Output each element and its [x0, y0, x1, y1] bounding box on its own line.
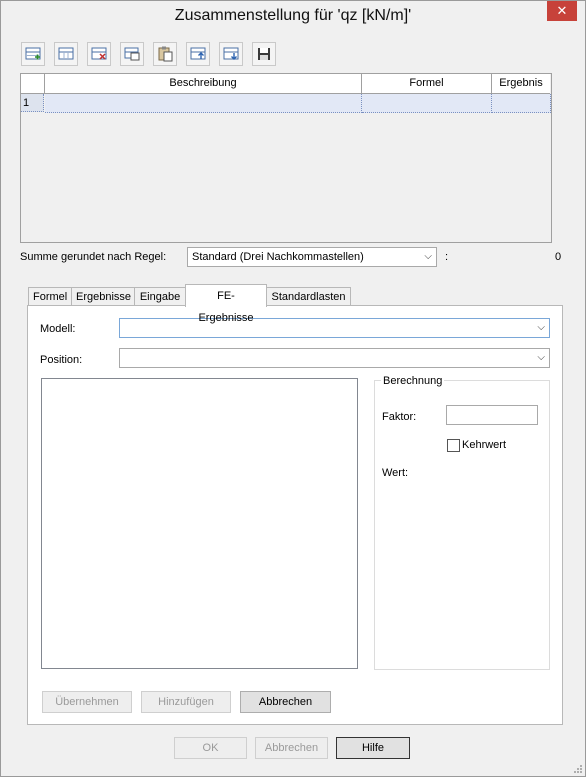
rounding-rule-select[interactable]: Standard (Drei Nachkommastellen) ⌵	[187, 247, 437, 267]
rounding-rule-value: Standard (Drei Nachkommastellen)	[192, 251, 364, 263]
faktor-input[interactable]	[446, 405, 538, 425]
berechnung-group: Berechnung Faktor: Kehrwert Wert:	[374, 375, 550, 670]
chevron-down-icon: ⌵	[537, 322, 545, 333]
paste-icon[interactable]	[153, 42, 177, 66]
move-up-icon[interactable]	[186, 42, 210, 66]
panel-abbrechen-button[interactable]: Abbrechen	[240, 691, 331, 713]
tab-eingabe[interactable]: Eingabe	[134, 287, 186, 306]
faktor-label: Faktor:	[382, 411, 417, 423]
kehrwert-label: Kehrwert	[462, 439, 507, 451]
fe-ergebnisse-panel: Modell: ⌵ Position: ⌵ Berechnung Faktor:…	[27, 305, 563, 725]
grid-corner	[21, 74, 45, 94]
column-header-formel[interactable]: Formel	[362, 74, 492, 94]
column-header-ergebnis[interactable]: Ergebnis	[492, 74, 550, 94]
dialog-window: Zusammenstellung für 'qz [kN/m]' ✕ Besch…	[0, 0, 586, 777]
cell-formel[interactable]	[362, 94, 492, 113]
cell-beschreibung[interactable]	[45, 94, 362, 113]
chevron-down-icon: ⌵	[424, 251, 432, 262]
column-header-beschreibung[interactable]: Beschreibung	[45, 74, 362, 94]
sum-colon: :	[445, 251, 449, 263]
dialog-abbrechen-button[interactable]: Abbrechen	[255, 737, 328, 759]
hilfe-button[interactable]: Hilfe	[336, 737, 410, 759]
window-title: Zusammenstellung für 'qz [kN/m]'	[174, 7, 412, 24]
modell-select[interactable]: ⌵	[119, 318, 550, 338]
title-bar: Zusammenstellung für 'qz [kN/m]' ✕	[1, 1, 585, 31]
insert-row-icon[interactable]	[21, 42, 45, 66]
tab-ergebnisse[interactable]: Ergebnisse	[71, 287, 135, 306]
insert-column-icon[interactable]	[54, 42, 78, 66]
berechnung-title: Berechnung	[381, 375, 445, 387]
move-down-icon[interactable]	[219, 42, 243, 66]
delete-row-icon[interactable]	[87, 42, 111, 66]
position-select[interactable]: ⌵	[119, 348, 550, 368]
chevron-down-icon: ⌵	[537, 352, 545, 363]
tab-fe-ergebnisse[interactable]: FE-Ergebnisse	[185, 284, 267, 324]
ok-button[interactable]: OK	[174, 737, 247, 759]
resize-grip-icon[interactable]	[573, 764, 583, 774]
result-tree[interactable]	[41, 378, 358, 669]
row-header[interactable]: 1	[21, 94, 44, 112]
cell-ergebnis[interactable]	[492, 94, 551, 113]
hinzufuegen-button[interactable]: Hinzufügen	[141, 691, 231, 713]
position-label: Position:	[40, 354, 83, 366]
sum-total: 0	[555, 251, 562, 263]
copy-row-icon[interactable]	[120, 42, 144, 66]
save-icon[interactable]	[252, 42, 276, 66]
close-button[interactable]: ✕	[547, 1, 577, 21]
composition-grid: Beschreibung Formel Ergebnis 1	[20, 73, 552, 243]
kehrwert-checkbox[interactable]	[447, 439, 460, 452]
tab-formel[interactable]: Formel	[28, 287, 72, 306]
wert-label: Wert:	[382, 467, 409, 479]
rounding-rule-label: Summe gerundet nach Regel:	[20, 251, 167, 263]
tab-standardlasten[interactable]: Standardlasten	[266, 287, 351, 306]
modell-label: Modell:	[40, 323, 76, 335]
uebernehmen-button[interactable]: Übernehmen	[42, 691, 132, 713]
